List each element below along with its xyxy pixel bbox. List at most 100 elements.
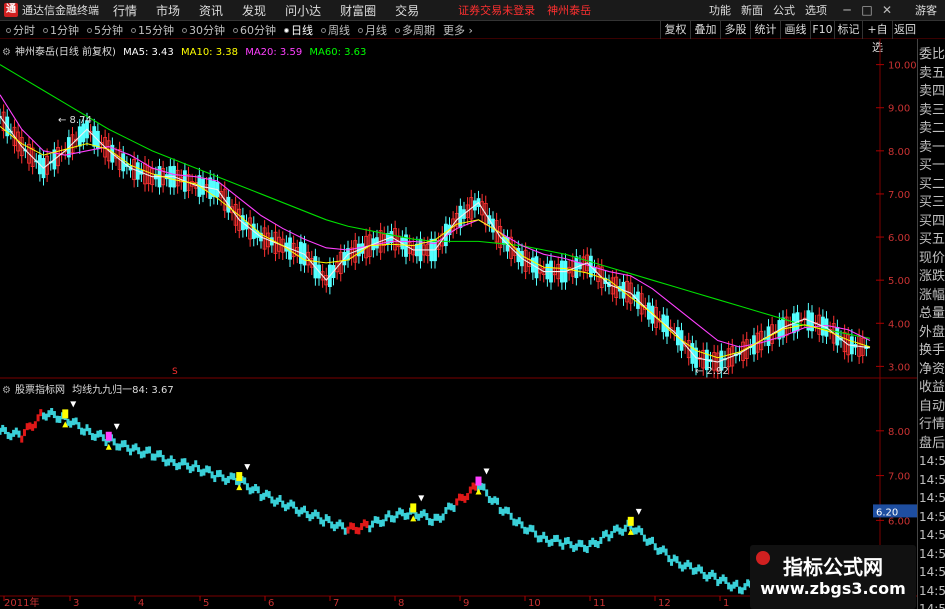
indicator-bar: [544, 535, 548, 543]
indicator-bar: [463, 495, 467, 503]
indicator-bar: [273, 499, 277, 507]
indicator-bar: [656, 547, 660, 555]
indicator-bar: [702, 571, 706, 579]
right-panel-item[interactable]: 14:50: [919, 489, 945, 508]
indicator-bar: [504, 506, 508, 514]
indicator-bar: [202, 468, 206, 476]
indicator-bar: [112, 438, 116, 446]
right-panel-item[interactable]: 涨跌: [919, 267, 945, 286]
indicator-bar: [531, 525, 535, 533]
right-panel-item[interactable]: 14:50: [919, 471, 945, 490]
right-panel-item[interactable]: 14:50: [919, 582, 945, 601]
indicator-bar: [368, 525, 372, 533]
indicator-bar: [506, 507, 510, 515]
indicator-bar: [243, 477, 247, 485]
indicator-bar: [577, 539, 581, 547]
indicator-bar: [191, 464, 195, 472]
ma-line-ma20: [0, 94, 871, 348]
right-panel-item[interactable]: 卖一: [919, 138, 945, 157]
indicator-bar: [77, 422, 81, 430]
right-panel-item[interactable]: 14:50: [919, 452, 945, 471]
indicator-bar: [335, 521, 339, 529]
indicator-bar: [574, 543, 578, 551]
right-panel-item[interactable]: 总量: [919, 304, 945, 323]
indicator-bar: [351, 523, 355, 531]
price-tick-label: 8.00: [888, 147, 910, 158]
right-panel-item[interactable]: 买三: [919, 193, 945, 212]
date-tick-label: 10: [528, 598, 541, 609]
indicator-bar: [661, 545, 665, 553]
indicator-bar: [36, 414, 40, 422]
indicator-bar: [743, 583, 747, 591]
indicator-bar: [292, 501, 296, 509]
indicator-bar: [137, 447, 141, 455]
kline-chart[interactable]: 10.00 9.00 8.00 7.00 6.00 5.00 4.00 3.00 8.00 7.0…: [0, 0, 917, 609]
right-panel-item[interactable]: 14:50: [919, 545, 945, 564]
right-panel-item[interactable]: 买五: [919, 230, 945, 249]
signal-marker: [627, 516, 634, 526]
indicator-bar: [300, 507, 304, 515]
indicator-bar: [683, 562, 687, 570]
indicator-bar: [183, 458, 187, 466]
indicator-bar: [602, 531, 606, 539]
indicator-bar: [651, 536, 654, 544]
indicator-bar: [460, 494, 464, 502]
right-panel-item[interactable]: 卖五: [919, 64, 945, 83]
buy-triangle-icon: [236, 484, 243, 491]
right-panel-item[interactable]: 14:50: [919, 600, 945, 609]
price-tick-label: 4.00: [888, 319, 910, 330]
right-panel-item[interactable]: 卖二: [919, 119, 945, 138]
right-panel-item[interactable]: 行情: [919, 415, 945, 434]
right-panel-item[interactable]: 换手: [919, 341, 945, 360]
indicator-bar: [25, 423, 29, 431]
right-panel-item[interactable]: 卖三: [919, 101, 945, 120]
guest-user[interactable]: 游客: [915, 2, 937, 18]
right-panel-item[interactable]: 买二: [919, 175, 945, 194]
indicator-bar: [648, 537, 652, 545]
date-tick-label: 1: [723, 598, 729, 609]
right-panel-item[interactable]: 净资: [919, 360, 945, 379]
indicator-bar: [729, 584, 733, 592]
indicator-bar: [536, 535, 540, 543]
price-tick-label: 5.00: [888, 276, 910, 287]
right-panel-item[interactable]: 卖四: [919, 82, 945, 101]
right-panel-item[interactable]: 外盘: [919, 323, 945, 342]
right-panel-item[interactable]: 14:50: [919, 508, 945, 527]
indicator-bar: [634, 527, 638, 535]
right-panel-item[interactable]: 涨幅: [919, 286, 945, 305]
right-panel-item[interactable]: 买四: [919, 212, 945, 231]
indicator-bar: [341, 522, 345, 530]
indicator-bar: [547, 539, 551, 547]
indicator-bar: [740, 587, 744, 595]
right-panel-item[interactable]: 现价: [919, 249, 945, 268]
indicator-bar: [422, 509, 426, 517]
indicator-bar: [376, 516, 380, 524]
watermark-title: 指标公式网: [783, 555, 883, 579]
indicator-bar: [12, 429, 16, 437]
indicator-bar: [31, 423, 35, 431]
right-panel-item[interactable]: 买一: [919, 156, 945, 175]
date-tick-label: 5: [203, 598, 209, 609]
indicator-bar: [349, 522, 353, 530]
date-tick-label: 2011年: [4, 596, 39, 609]
price-tick-label: 7.00: [888, 190, 910, 201]
indicator-bar: [732, 581, 736, 589]
indicator-bar: [324, 514, 328, 522]
right-panel-item[interactable]: 收益: [919, 378, 945, 397]
right-panel-item[interactable]: 14:50: [919, 526, 945, 545]
indicator-bar: [512, 518, 516, 526]
indicator-bar: [370, 520, 374, 528]
indicator-bar: [623, 524, 627, 532]
right-panel-item[interactable]: 14:50: [919, 563, 945, 582]
indicator-bar: [99, 429, 103, 437]
right-panel-item[interactable]: 盘后: [919, 434, 945, 453]
right-panel-item[interactable]: 自动: [919, 397, 945, 416]
indicator-bar: [259, 494, 263, 502]
indicator-bar: [20, 435, 24, 443]
indicator-bar: [262, 492, 266, 500]
split-marker: S: [172, 367, 178, 377]
right-panel-item[interactable]: 委比: [919, 45, 945, 64]
indicator-bar: [85, 424, 89, 432]
indicator-bar: [612, 525, 616, 533]
indicator-bar: [496, 497, 500, 505]
